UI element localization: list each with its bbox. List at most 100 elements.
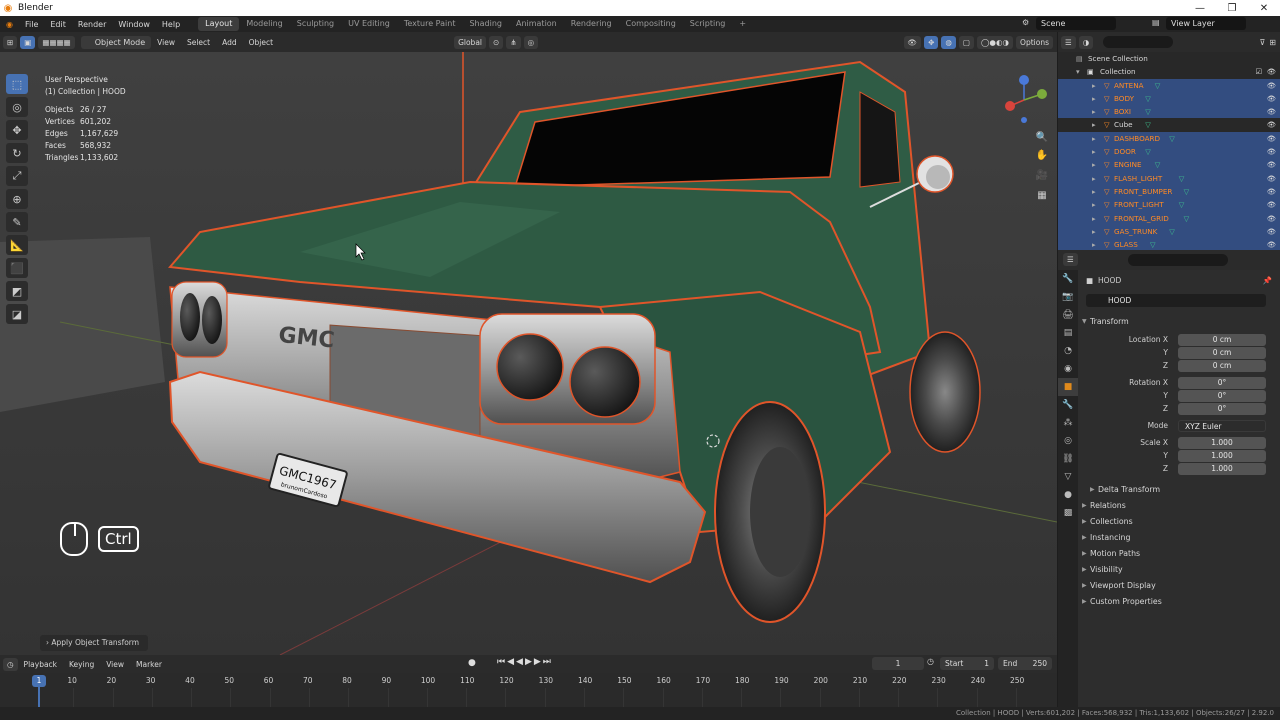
mesh-data-icon[interactable]: ▽ (1155, 79, 1161, 92)
material-tab-icon[interactable]: ● (1058, 486, 1078, 504)
mesh-data-icon[interactable]: ▽ (1145, 92, 1151, 105)
object-tab-icon[interactable]: ■ (1058, 378, 1078, 396)
panel-custom-properties[interactable]: ▶ Custom Properties (1078, 594, 1280, 610)
particles-tab-icon[interactable]: ⁂ (1058, 414, 1078, 432)
select-tool-icon[interactable]: ⬚ (6, 74, 28, 94)
outliner-search-input[interactable] (1103, 36, 1174, 48)
shading-modes-icons[interactable]: ◯●◐◑ (977, 35, 1014, 49)
editor-type-icon[interactable]: ⊞ (3, 35, 18, 49)
menu-window[interactable]: Window (112, 20, 156, 29)
constraints-tab-icon[interactable]: ⛓ (1058, 450, 1078, 468)
xray-icon[interactable]: ▢ (958, 35, 975, 49)
mesh-data-icon[interactable]: ▽ (1155, 158, 1161, 171)
timeline-editor-icon[interactable]: ◷ (3, 657, 18, 671)
camera-view-icon[interactable]: 🎥 (1035, 170, 1049, 184)
collection-checkbox[interactable]: ☑ (1256, 65, 1262, 78)
maximize-button[interactable]: ❐ (1216, 3, 1248, 14)
eye-icon[interactable]: 👁 (1267, 185, 1276, 198)
viewport-options-button[interactable]: Options (1016, 35, 1053, 49)
scene-tab-icon[interactable]: ◔ (1058, 342, 1078, 360)
rotate-tool-icon[interactable]: ↻ (6, 143, 28, 163)
menu-edit[interactable]: Edit (44, 20, 72, 29)
snap-icon[interactable]: ⋔ (506, 35, 521, 49)
add-cube-tool-icon[interactable]: ⬛ (6, 258, 28, 278)
expand-arrow-icon[interactable]: ▸ (1092, 105, 1096, 118)
tab-modeling[interactable]: Modeling (239, 17, 289, 31)
measure-tool-icon[interactable]: 📐 (6, 235, 28, 255)
data-tab-icon[interactable]: ▽ (1058, 468, 1078, 486)
eye-icon[interactable]: 👁 (1267, 65, 1276, 78)
scene-selector[interactable]: Scene (1036, 17, 1116, 30)
mesh-data-icon[interactable]: ▽ (1145, 105, 1151, 118)
zoom-icon[interactable]: 🔍 (1035, 132, 1049, 146)
menu-render[interactable]: Render (72, 20, 112, 29)
navigation-gizmo[interactable] (1000, 72, 1048, 132)
visibility-icon[interactable]: 👁 (903, 35, 922, 49)
start-frame-field[interactable]: Start 1 (940, 657, 994, 670)
world-tab-icon[interactable]: ◉ (1058, 360, 1078, 378)
playback-controls-icons[interactable]: ⏮◀◀▶▶⏭ (497, 657, 553, 667)
eye-icon[interactable]: 👁 (1267, 212, 1276, 225)
cursor-tool-icon[interactable]: ◎ (6, 97, 28, 117)
menu-add[interactable]: Add (216, 38, 243, 47)
expand-arrow-icon[interactable]: ▸ (1092, 225, 1096, 238)
selection-mode-icons[interactable]: ▦▦▦▦ (38, 35, 75, 49)
eye-icon[interactable]: 👁 (1267, 79, 1276, 92)
transform-tool-icon[interactable]: ⊕ (6, 189, 28, 209)
eye-icon[interactable]: 👁 (1267, 118, 1276, 131)
menu-view[interactable]: View (151, 38, 181, 47)
select-box-icon[interactable]: ▣ (20, 35, 36, 49)
panel-collections[interactable]: ▶ Collections (1078, 514, 1280, 530)
rotation-mode-dropdown[interactable]: XYZ Euler (1178, 420, 1266, 432)
panel-viewport-display[interactable]: ▶ Viewport Display (1078, 578, 1280, 594)
outliner-item-engine[interactable]: ▸ ▽ ENGINE ▽ 👁 (1058, 158, 1280, 172)
eye-icon[interactable]: 👁 (1267, 225, 1276, 238)
rotation-x-field[interactable]: 0° (1178, 377, 1266, 389)
mesh-data-icon[interactable]: ▽ (1145, 118, 1151, 131)
outliner-item-front_bumper[interactable]: ▸ ▽ FRONT_BUMPER ▽ 👁 (1058, 184, 1280, 199)
expand-arrow-icon[interactable]: ▸ (1092, 132, 1096, 145)
menu-object[interactable]: Object (243, 38, 279, 47)
transform-panel-header[interactable]: ▼ Transform (1078, 314, 1280, 330)
menu-marker[interactable]: Marker (130, 660, 168, 669)
eye-icon[interactable]: 👁 (1267, 105, 1276, 118)
move-tool-icon[interactable]: ✥ (6, 120, 28, 140)
outliner-item-dashboard[interactable]: ▸ ▽ DASHBOARD ▽ 👁 (1058, 131, 1280, 146)
physics-tab-icon[interactable]: ◎ (1058, 432, 1078, 450)
eye-icon[interactable]: 👁 (1267, 132, 1276, 145)
menu-keying[interactable]: Keying (63, 660, 100, 669)
mesh-data-icon[interactable]: ▽ (1179, 172, 1185, 185)
current-frame-field[interactable]: 1 (872, 657, 924, 670)
location-y-field[interactable]: 0 cm (1178, 347, 1266, 359)
outliner-item-boxi[interactable]: ▸ ▽ BOXI ▽ 👁 (1058, 105, 1280, 119)
tab-compositing[interactable]: Compositing (619, 17, 683, 31)
outliner-item-antena[interactable]: ▸ ▽ ANTENA ▽ 👁 (1058, 78, 1280, 92)
mesh-data-icon[interactable]: ▽ (1184, 185, 1190, 198)
object-mode-dropdown[interactable]: Object Mode (80, 35, 152, 49)
proportional-edit-icon[interactable]: ◎ (523, 35, 539, 49)
mesh-data-icon[interactable]: ▽ (1179, 198, 1185, 211)
3d-viewport[interactable]: GMC GMC1967 brunomCardoso User Perspecti… (0, 52, 1057, 655)
minimize-button[interactable]: — (1184, 3, 1216, 14)
expand-arrow-icon[interactable]: ▸ (1092, 158, 1096, 171)
modifier-tab-icon[interactable]: 🔧 (1058, 396, 1078, 414)
eye-icon[interactable]: 👁 (1267, 145, 1276, 158)
rotation-y-field[interactable]: 0° (1178, 390, 1266, 402)
location-x-field[interactable]: 0 cm (1178, 334, 1266, 346)
expand-arrow-icon[interactable]: ▸ (1092, 185, 1096, 198)
outliner-editor-icon[interactable]: ☰ (1061, 35, 1076, 49)
outliner-item-flash_light[interactable]: ▸ ▽ FLASH_LIGHT ▽ 👁 (1058, 171, 1280, 185)
scale-y-field[interactable]: 1.000 (1178, 450, 1266, 462)
pivot-point-icon[interactable]: ⊙ (489, 35, 504, 49)
outliner-item-frontal_grid[interactable]: ▸ ▽ FRONTAL_GRID ▽ 👁 (1058, 211, 1280, 225)
texture-tab-icon[interactable]: ▩ (1058, 504, 1078, 522)
view-layer-tab-icon[interactable]: ▤ (1058, 324, 1078, 342)
expand-arrow-icon[interactable]: ▸ (1092, 212, 1096, 225)
blender-menu-icon[interactable]: ◉ (0, 20, 19, 29)
output-tab-icon[interactable]: 🖨 (1058, 306, 1078, 324)
mesh-data-icon[interactable]: ▽ (1145, 145, 1151, 158)
tab-scripting[interactable]: Scripting (683, 17, 733, 31)
outliner-item-door[interactable]: ▸ ▽ DOOR ▽ 👁 (1058, 145, 1280, 159)
modifier-tool-icon[interactable]: ◩ (6, 281, 28, 301)
mesh-data-icon[interactable]: ▽ (1184, 212, 1190, 225)
